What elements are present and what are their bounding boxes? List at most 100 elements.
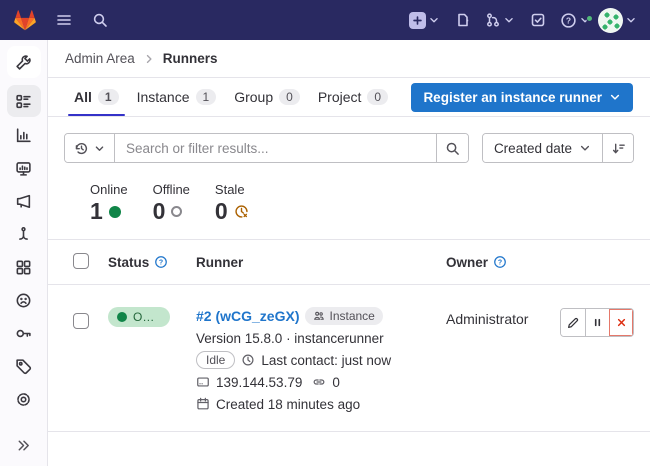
sidebar-item-analytics[interactable]: [7, 120, 41, 150]
question-circle-icon[interactable]: ?: [493, 255, 507, 269]
online-dot-icon: [109, 206, 121, 218]
register-button-label: Register an instance runner: [423, 90, 602, 105]
offline-circle-icon: [171, 206, 182, 217]
gitlab-logo[interactable]: [12, 7, 38, 33]
runner-actions: [560, 308, 634, 337]
link-icon: [312, 375, 326, 389]
chevron-down-icon: [427, 13, 441, 27]
notification-dot: [586, 15, 593, 22]
instance-type-badge: Instance: [305, 307, 382, 325]
runner-link[interactable]: #2 (wCG_zeGX): [196, 308, 299, 324]
owner-column-header: Owner: [446, 255, 488, 270]
sidebar-collapse-icon[interactable]: [7, 430, 41, 460]
status-badge: Online: [108, 307, 170, 327]
stat-online: Online 1: [90, 182, 128, 225]
tab-label: Instance: [137, 89, 190, 105]
admin-sidebar: [0, 40, 48, 466]
tab-all[interactable]: All 1: [65, 78, 128, 116]
pencil-icon: [566, 316, 580, 330]
chevron-right-icon: [143, 53, 155, 65]
search-history-dropdown[interactable]: [65, 134, 115, 162]
breadcrumb: Admin Area Runners: [48, 40, 650, 78]
owner-cell: Administrator: [446, 307, 560, 327]
clock-icon: [241, 353, 255, 367]
tab-project[interactable]: Project 0: [309, 78, 397, 116]
sort-controls: Created date: [482, 133, 634, 163]
breadcrumb-admin-area[interactable]: Admin Area: [65, 51, 135, 66]
hamburger-menu-icon[interactable]: [48, 4, 80, 36]
instance-badge-label: Instance: [329, 309, 374, 323]
search-submit-icon[interactable]: [436, 134, 468, 162]
runner-ip-address: 139.144.53.79: [216, 375, 302, 390]
chevron-down-icon: [579, 142, 591, 154]
delete-runner-button[interactable]: [609, 309, 633, 336]
breadcrumb-current: Runners: [163, 51, 218, 66]
admin-area-wrench-icon[interactable]: [7, 46, 41, 78]
sidebar-item-system-hooks[interactable]: [7, 219, 41, 249]
sidebar-item-monitoring[interactable]: [7, 153, 41, 183]
pause-runner-button[interactable]: [585, 309, 609, 336]
stat-stale-value: 0: [215, 198, 228, 225]
stat-offline-value: 0: [153, 198, 166, 225]
question-circle-icon[interactable]: ?: [154, 255, 168, 269]
runner-column-header: Runner: [196, 255, 243, 270]
stale-clock-icon: [234, 204, 249, 219]
search-icon[interactable]: [84, 4, 116, 36]
sidebar-item-labels[interactable]: [7, 351, 41, 381]
runner-table-header: Status ? Runner Owner ?: [48, 240, 650, 285]
stat-online-value: 1: [90, 198, 103, 225]
register-instance-runner-button[interactable]: Register an instance runner: [411, 83, 633, 112]
runner-table-row: Online #2 (wCG_zeGX) Instance Version 15…: [48, 285, 650, 432]
row-checkbox[interactable]: [73, 313, 89, 329]
search-filter-box: [64, 133, 469, 163]
edit-runner-button[interactable]: [561, 309, 585, 336]
sort-direction-descending-icon[interactable]: [602, 134, 633, 162]
sidebar-item-messages[interactable]: [7, 186, 41, 216]
help-menu-button[interactable]: ?: [560, 12, 592, 29]
sidebar-item-deploy-keys[interactable]: [7, 318, 41, 348]
user-menu-button[interactable]: [598, 8, 638, 33]
runner-summary-cell: #2 (wCG_zeGX) Instance Version 15.8.0 · …: [196, 307, 446, 413]
calendar-icon: [196, 397, 210, 411]
search-input[interactable]: [115, 134, 436, 162]
tab-group[interactable]: Group 0: [225, 78, 309, 116]
select-all-checkbox[interactable]: [73, 253, 89, 269]
plus-icon: [409, 12, 426, 29]
sidebar-item-applications[interactable]: [7, 252, 41, 282]
stat-offline: Offline 0: [153, 182, 190, 225]
status-badge-label: Online: [133, 310, 161, 324]
merge-requests-menu-button[interactable]: [485, 12, 516, 28]
runner-version-line: Version 15.8.0 · instancerunner: [196, 329, 446, 347]
runner-link-count: 0: [332, 375, 340, 390]
chevron-down-icon: [502, 13, 516, 27]
sidebar-item-overview[interactable]: [7, 85, 41, 117]
online-dot-icon: [117, 312, 127, 322]
tab-count-badge: 1: [196, 89, 217, 105]
todos-icon[interactable]: [522, 4, 554, 36]
runner-tabs: All 1 Instance 1 Group 0 Project 0 Regis…: [48, 78, 650, 117]
stat-online-label: Online: [90, 182, 128, 197]
filter-bar: Created date: [64, 133, 634, 163]
merge-request-icon: [485, 12, 501, 28]
svg-text:?: ?: [498, 260, 502, 267]
stat-stale-label: Stale: [215, 182, 249, 197]
chevron-down-icon: [94, 143, 105, 154]
server-icon: [196, 375, 210, 389]
tab-label: Project: [318, 89, 362, 105]
sort-by-dropdown[interactable]: Created date: [483, 134, 602, 162]
svg-text:?: ?: [566, 15, 571, 25]
sidebar-item-abuse-reports[interactable]: [7, 285, 41, 315]
tab-label: Group: [234, 89, 273, 105]
last-contact-text: Last contact: just now: [261, 353, 391, 368]
stat-offline-label: Offline: [153, 182, 190, 197]
tab-instance[interactable]: Instance 1: [128, 78, 226, 116]
issues-icon[interactable]: [447, 4, 479, 36]
owner-name: Administrator: [446, 311, 528, 327]
help-icon: ?: [560, 12, 577, 29]
tab-count-badge: 0: [279, 89, 300, 105]
sidebar-item-settings[interactable]: [7, 384, 41, 414]
tab-label: All: [74, 89, 92, 105]
new-menu-button[interactable]: [409, 12, 441, 29]
chevron-down-icon: [609, 91, 621, 103]
svg-text:?: ?: [159, 260, 163, 267]
